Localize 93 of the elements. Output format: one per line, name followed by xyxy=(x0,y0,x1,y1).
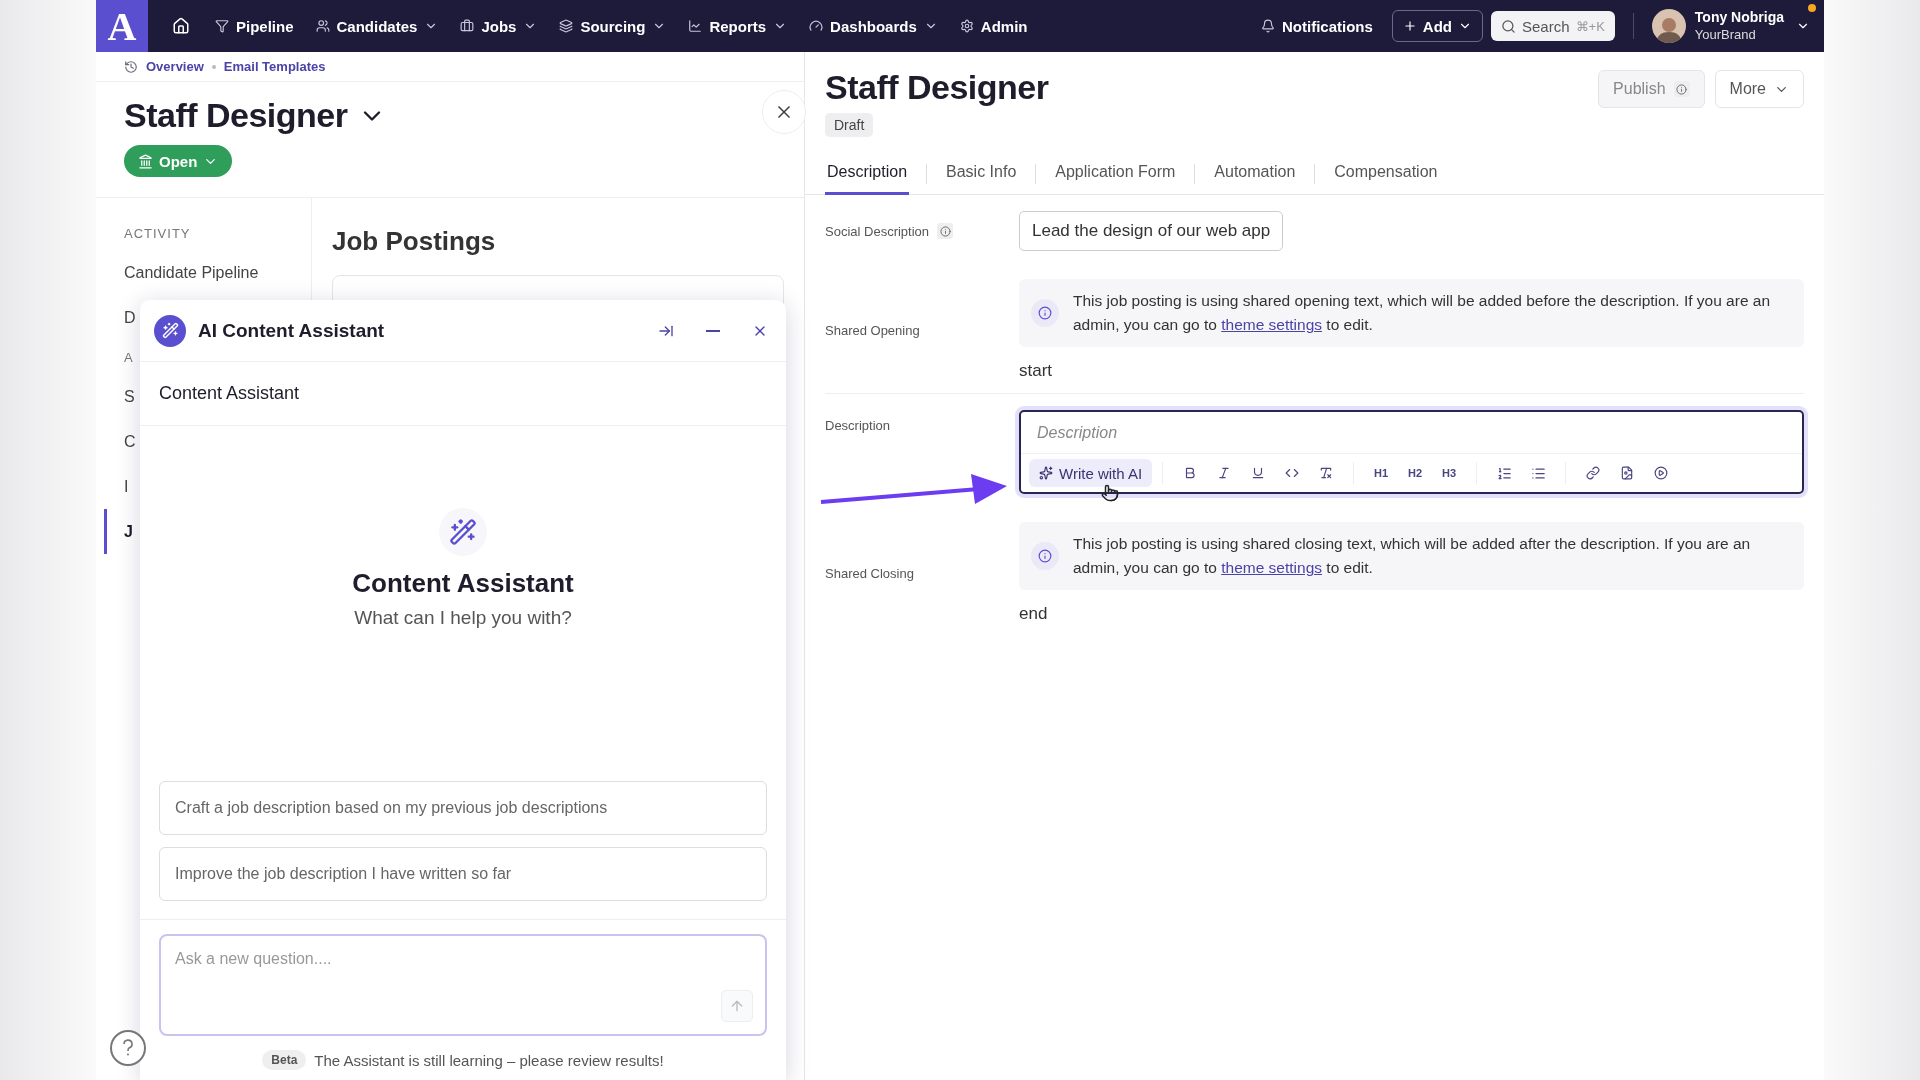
italic-icon xyxy=(1217,466,1232,480)
beta-badge: Beta xyxy=(262,1050,307,1070)
heading-button[interactable]: H1 xyxy=(1364,459,1399,487)
field-label: Shared Closing xyxy=(825,565,915,581)
building-icon xyxy=(138,153,153,169)
plus-icon xyxy=(1402,19,1417,33)
numbered-list-icon xyxy=(1496,465,1512,481)
social-description-field[interactable]: Lead the design of our web app xyxy=(1019,211,1284,251)
job-title: Staff Designer xyxy=(825,68,1050,107)
field-label: Description xyxy=(825,418,892,433)
panel-subtitle: Content Assistant xyxy=(140,362,786,426)
panel-title: AI Content Assistant xyxy=(198,319,386,342)
hand-cursor-icon xyxy=(1101,484,1119,502)
tab[interactable]: Basic Info xyxy=(944,153,1019,195)
info-icon xyxy=(1031,542,1059,570)
search-button[interactable]: Search ⌘+K xyxy=(1491,11,1615,41)
field-label: Social Description xyxy=(825,223,930,239)
sidebar-item[interactable]: J xyxy=(124,522,133,541)
closing-text: end xyxy=(1019,604,1048,624)
breadcrumb-link[interactable]: Overview xyxy=(146,59,204,74)
sidebar-item[interactable]: C xyxy=(124,432,136,451)
bell-icon xyxy=(1261,19,1275,33)
breadcrumb-link[interactable]: Email Templates xyxy=(223,59,326,74)
home-icon[interactable] xyxy=(172,17,190,35)
tab[interactable]: Compensation xyxy=(1332,153,1440,195)
theme-settings-link[interactable]: theme settings xyxy=(1221,559,1323,576)
nav-item[interactable]: Admin xyxy=(948,17,1039,35)
notice-text: This job posting is using shared opening text, which will be added before the description. If you are an admin, you can go to theme settings to edit. xyxy=(1073,291,1772,335)
hero-title: Content Assistant xyxy=(352,568,574,599)
nav-item[interactable]: Reports xyxy=(677,17,799,35)
app-logo[interactable]: A xyxy=(96,0,148,52)
theme-settings-link[interactable]: theme settings xyxy=(1221,316,1323,333)
add-button[interactable]: Add xyxy=(1391,10,1483,42)
suggestion-button[interactable]: Improve the job description I have written so far xyxy=(159,847,767,901)
sparkles-icon xyxy=(1039,466,1053,480)
footer-text: The Assistant is still learning – please review results! xyxy=(314,1051,664,1069)
hero-text: What can I help you with? xyxy=(354,607,572,629)
tab[interactable]: Automation xyxy=(1212,153,1298,195)
sidebar-item[interactable]: D xyxy=(124,308,136,327)
user-company: YourBrand xyxy=(1694,26,1757,43)
job-title: Staff Designer xyxy=(124,96,348,135)
tab[interactable]: Description xyxy=(825,153,910,195)
nav-item[interactable]: Candidates xyxy=(304,17,450,35)
user-name: Tony Nobriga xyxy=(1694,9,1784,26)
sidebar-item[interactable]: Candidate Pipeline xyxy=(124,263,259,282)
nav-item[interactable]: Dashboards xyxy=(798,17,949,35)
search-icon xyxy=(1501,18,1516,34)
notice-text: This job posting is using shared closing text, which will be added after the description. If you are an admin, you can go to theme settings to edit. xyxy=(1073,534,1752,578)
link-icon xyxy=(1586,466,1601,480)
play-icon xyxy=(1654,466,1669,480)
heading-button[interactable]: H2 xyxy=(1398,459,1433,487)
sidebar-item[interactable]: I xyxy=(124,477,129,496)
layers-icon xyxy=(559,19,574,33)
draft-badge: Draft xyxy=(825,113,874,137)
tab[interactable]: Application Form xyxy=(1053,153,1178,195)
filter-icon xyxy=(215,19,229,33)
avatar[interactable] xyxy=(1651,9,1686,43)
sidebar-heading: A xyxy=(124,348,134,367)
image-file-icon xyxy=(1620,466,1635,480)
suggestion-button[interactable]: Craft a job description based on my previous job descriptions xyxy=(159,781,767,835)
minimize-icon xyxy=(706,329,720,332)
section-title: Job Postings xyxy=(332,226,497,257)
info-icon xyxy=(1673,81,1690,97)
info-icon xyxy=(1031,299,1059,327)
bold-icon xyxy=(1183,466,1198,480)
opening-text: start xyxy=(1019,361,1053,381)
line-chart-icon xyxy=(688,19,703,33)
sidebar-item[interactable]: S xyxy=(124,387,135,406)
gauge-icon xyxy=(809,19,824,33)
description-input[interactable]: Description xyxy=(1021,412,1802,454)
wand-icon xyxy=(439,508,487,556)
clear-format-icon xyxy=(1319,466,1334,480)
code-icon xyxy=(1285,466,1300,480)
nav-item[interactable]: Sourcing xyxy=(548,17,678,35)
heading-button[interactable]: H3 xyxy=(1432,459,1467,487)
write-with-ai-button[interactable]: Write with AI xyxy=(1029,459,1153,487)
history-icon[interactable] xyxy=(124,59,138,74)
nav-item[interactable]: Jobs xyxy=(449,17,549,35)
wand-icon xyxy=(154,314,186,347)
underline-icon xyxy=(1251,466,1266,480)
sidebar-heading: ACTIVITY xyxy=(124,224,191,243)
nav-item[interactable]: Pipeline xyxy=(204,17,305,35)
info-icon[interactable] xyxy=(937,223,954,239)
question-input[interactable]: Ask a new question.... xyxy=(161,936,765,1034)
users-icon xyxy=(315,19,330,33)
field-label: Shared Opening xyxy=(825,322,921,338)
bullet-list-icon xyxy=(1530,465,1546,481)
briefcase-icon xyxy=(460,19,475,33)
help-icon[interactable] xyxy=(110,1030,146,1066)
notifications-link[interactable]: Notifications xyxy=(1250,17,1384,35)
gear-icon xyxy=(959,19,974,33)
shortcut-hint: ⌘+K xyxy=(1575,18,1605,34)
more-button[interactable]: More xyxy=(1714,70,1804,108)
